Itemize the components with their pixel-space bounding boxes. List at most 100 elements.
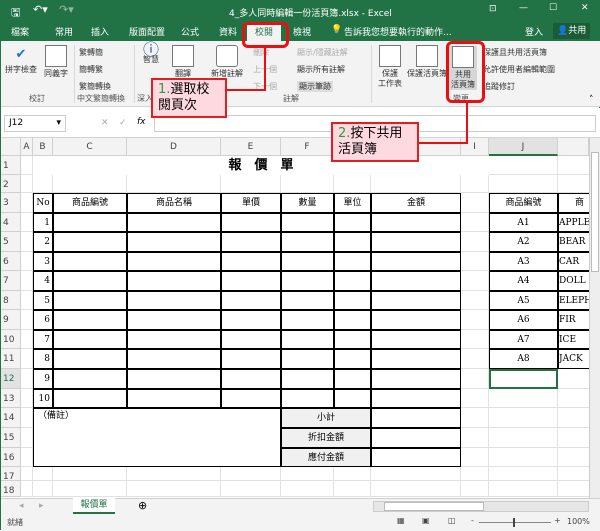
table-cell[interactable] <box>221 349 281 369</box>
cell[interactable] <box>371 467 461 481</box>
table-cell[interactable] <box>334 389 371 408</box>
table-cell[interactable] <box>371 330 461 349</box>
lookup-name[interactable]: APPLE <box>558 213 589 232</box>
delete-comment-button[interactable]: 刪除 <box>253 47 269 58</box>
zoom-slider-thumb[interactable] <box>513 518 515 527</box>
cell[interactable] <box>461 213 489 232</box>
row-header-7[interactable]: 7 <box>1 271 21 291</box>
cell[interactable] <box>461 330 489 349</box>
tab-page-layout[interactable]: 版面配置 <box>129 25 165 38</box>
cell[interactable] <box>21 252 33 271</box>
lookup-name[interactable]: DOLL <box>558 271 589 291</box>
total-label[interactable]: 小計 <box>281 408 371 428</box>
row-number[interactable]: 3 <box>33 252 53 271</box>
column-header-C[interactable]: C <box>53 138 127 156</box>
row-number[interactable]: 2 <box>33 232 53 252</box>
cell[interactable] <box>221 467 281 481</box>
table-cell[interactable] <box>371 389 461 408</box>
table-header[interactable]: 單位 <box>334 193 371 213</box>
cell[interactable] <box>221 175 281 193</box>
row-header-18[interactable]: 18 <box>1 481 21 497</box>
cell[interactable] <box>461 428 489 448</box>
protect-share-button[interactable]: 保護且共用活頁簿 <box>483 47 547 58</box>
table-cell[interactable] <box>127 271 221 291</box>
table-cell[interactable] <box>127 389 221 408</box>
table-cell[interactable] <box>281 291 334 310</box>
total-label[interactable]: 應付金額 <box>281 448 371 467</box>
row-header-2[interactable]: 2 <box>1 175 21 193</box>
lookup-name[interactable]: ICE <box>558 330 589 349</box>
table-cell[interactable] <box>281 369 334 389</box>
scroll-thumb[interactable] <box>591 152 599 272</box>
table-header[interactable]: 數量 <box>281 193 334 213</box>
lookup-code[interactable]: A3 <box>489 252 558 271</box>
table-cell[interactable] <box>221 252 281 271</box>
ribbon-display-icon[interactable]: ⊡ <box>489 4 497 14</box>
cell[interactable] <box>221 481 281 497</box>
sheet-tab-quote[interactable]: 報價單 <box>73 498 115 514</box>
table-cell[interactable] <box>53 369 127 389</box>
close-icon[interactable]: ✕ <box>581 3 589 13</box>
row-header-15[interactable]: 15 <box>1 428 21 448</box>
h-scroll-thumb[interactable] <box>384 502 484 511</box>
enter-icon[interactable]: ✓ <box>119 118 127 128</box>
cell[interactable] <box>558 408 589 428</box>
cell[interactable] <box>21 156 33 175</box>
cell[interactable] <box>489 467 558 481</box>
cell[interactable] <box>461 271 489 291</box>
row-header-3[interactable]: 3 <box>1 193 21 213</box>
cell[interactable] <box>461 193 489 213</box>
row-header-6[interactable]: 6 <box>1 252 21 271</box>
row-number[interactable]: 10 <box>33 389 53 408</box>
cell[interactable] <box>53 175 127 193</box>
tab-insert[interactable]: 插入 <box>91 25 109 38</box>
row-number[interactable]: 4 <box>33 271 53 291</box>
row-header-10[interactable]: 10 <box>1 330 21 349</box>
cell[interactable] <box>461 369 489 389</box>
table-cell[interactable] <box>371 271 461 291</box>
cell[interactable] <box>21 232 33 252</box>
horizontal-scrollbar[interactable] <box>373 501 589 512</box>
cell[interactable] <box>461 467 489 481</box>
share-button[interactable]: 👤共用 <box>553 23 591 39</box>
table-cell[interactable] <box>127 232 221 252</box>
row-header-8[interactable]: 8 <box>1 291 21 310</box>
protect-sheet-button[interactable]: 保護 工作表 <box>375 45 405 89</box>
lookup-code[interactable]: A2 <box>489 232 558 252</box>
cell[interactable] <box>53 481 127 497</box>
cell[interactable] <box>334 467 371 481</box>
cell[interactable] <box>461 175 489 193</box>
cell[interactable] <box>334 175 371 193</box>
cell[interactable] <box>489 481 558 497</box>
cell[interactable] <box>21 291 33 310</box>
lookup-header[interactable]: 商品編號 <box>489 193 558 213</box>
row-header-12[interactable]: 12 <box>1 369 21 389</box>
tab-view[interactable]: 檢視 <box>293 25 311 38</box>
show-ink-button[interactable]: 顯示筆跡 <box>297 81 333 92</box>
table-cell[interactable] <box>221 271 281 291</box>
add-sheet-icon[interactable]: ⊕ <box>138 499 147 512</box>
row-header-17[interactable]: 17 <box>1 467 21 482</box>
table-cell[interactable] <box>281 310 334 330</box>
note-cell[interactable]: （備註） <box>33 408 281 467</box>
cell[interactable] <box>21 175 33 193</box>
row-header-11[interactable]: 11 <box>1 349 21 369</box>
column-header-E[interactable]: E <box>221 138 281 156</box>
cell[interactable] <box>371 175 461 193</box>
to-simplified-button[interactable]: 繁轉簡 <box>79 47 103 58</box>
cell[interactable] <box>558 467 589 481</box>
table-cell[interactable] <box>334 252 371 271</box>
cell[interactable] <box>21 330 33 349</box>
table-cell[interactable] <box>53 213 127 232</box>
table-cell[interactable] <box>334 213 371 232</box>
cell[interactable] <box>21 213 33 232</box>
cell[interactable] <box>21 389 33 408</box>
total-value[interactable] <box>371 428 461 448</box>
total-value[interactable] <box>371 448 461 467</box>
column-header-B[interactable]: B <box>33 138 53 156</box>
cell[interactable] <box>281 467 334 481</box>
selected-cell-J12[interactable] <box>489 369 558 389</box>
table-cell[interactable] <box>127 369 221 389</box>
table-cell[interactable] <box>281 232 334 252</box>
cell[interactable] <box>489 448 558 467</box>
